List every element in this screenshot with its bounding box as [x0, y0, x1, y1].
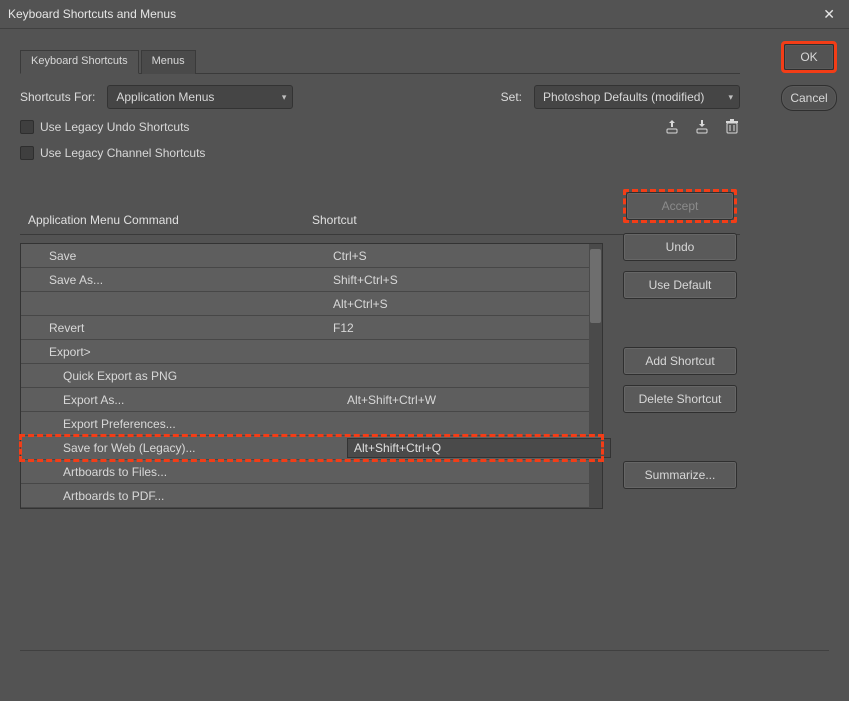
table-row[interactable]: Export> — [21, 340, 602, 364]
ok-highlight: OK — [781, 41, 837, 73]
shortcuts-for-value: Application Menus — [116, 90, 214, 104]
undo-button[interactable]: Undo — [623, 233, 737, 261]
shortcut-cell: F12 — [319, 321, 602, 335]
chevron-down-icon: ▾ — [728, 92, 733, 103]
save-set-icon[interactable] — [664, 119, 680, 135]
shortcuts-for-label: Shortcuts For: — [20, 90, 95, 104]
command-cell: Quick Export as PNG — [21, 369, 333, 383]
table-row[interactable]: Export As...Alt+Shift+Ctrl+W — [21, 388, 602, 412]
command-cell: Save — [21, 249, 319, 263]
shortcut-cell: Alt+Shift+Ctrl+W — [333, 393, 602, 407]
legacy-undo-label: Use Legacy Undo Shortcuts — [40, 120, 189, 134]
table-row[interactable]: RevertF12 — [21, 316, 602, 340]
chevron-down-icon: ▾ — [282, 92, 287, 103]
scrollbar[interactable] — [589, 244, 602, 508]
header-command: Application Menu Command — [28, 213, 298, 227]
command-cell: Artboards to Files... — [21, 465, 333, 479]
accept-button[interactable]: Accept — [626, 192, 734, 220]
shortcut-cell: Shift+Ctrl+S — [319, 273, 602, 287]
shortcuts-table[interactable]: SaveCtrl+SSave As...Shift+Ctrl+SAlt+Ctrl… — [20, 243, 603, 509]
delete-shortcut-button[interactable]: Delete Shortcut — [623, 385, 737, 413]
close-icon[interactable]: ✕ — [813, 2, 845, 27]
shortcut-cell: Alt+Ctrl+S — [319, 297, 602, 311]
shortcut-cell — [333, 438, 611, 458]
table-row[interactable]: SaveCtrl+S — [21, 244, 602, 268]
set-value: Photoshop Defaults (modified) — [543, 90, 704, 104]
table-row[interactable]: Save As...Shift+Ctrl+S — [21, 268, 602, 292]
legacy-channel-checkbox[interactable] — [20, 146, 34, 160]
tabs: Keyboard Shortcuts Menus — [20, 49, 740, 74]
window-title: Keyboard Shortcuts and Menus — [8, 7, 176, 21]
table-row[interactable]: Artboards to PDF... — [21, 484, 602, 508]
title-bar: Keyboard Shortcuts and Menus ✕ — [0, 0, 849, 29]
tab-menus[interactable]: Menus — [141, 50, 196, 74]
command-cell: Artboards to PDF... — [21, 489, 333, 503]
use-default-button[interactable]: Use Default — [623, 271, 737, 299]
cancel-button[interactable]: Cancel — [781, 85, 837, 111]
separator — [20, 650, 829, 651]
shortcut-cell: Ctrl+S — [319, 249, 602, 263]
table-row[interactable]: Quick Export as PNG — [21, 364, 602, 388]
command-cell: Export As... — [21, 393, 333, 407]
new-set-icon[interactable] — [694, 119, 710, 135]
add-shortcut-button[interactable]: Add Shortcut — [623, 347, 737, 375]
table-row[interactable]: Save for Web (Legacy)... — [21, 436, 602, 460]
set-label: Set: — [501, 90, 522, 104]
tab-keyboard-shortcuts[interactable]: Keyboard Shortcuts — [20, 50, 139, 74]
trash-icon[interactable] — [724, 119, 740, 135]
legacy-channel-label: Use Legacy Channel Shortcuts — [40, 146, 205, 160]
command-cell: Save for Web (Legacy)... — [21, 441, 333, 455]
command-cell: Export> — [21, 345, 319, 359]
command-cell: Export Preferences... — [21, 417, 333, 431]
table-row[interactable]: Export Preferences... — [21, 412, 602, 436]
table-row[interactable]: Alt+Ctrl+S — [21, 292, 602, 316]
table-row[interactable]: Artboards to Files... — [21, 460, 602, 484]
shortcut-input[interactable] — [347, 438, 611, 458]
shortcuts-for-dropdown[interactable]: Application Menus ▾ — [107, 85, 293, 109]
command-cell: Save As... — [21, 273, 319, 287]
ok-button[interactable]: OK — [784, 44, 834, 70]
scrollbar-thumb[interactable] — [590, 249, 601, 323]
set-dropdown[interactable]: Photoshop Defaults (modified) ▾ — [534, 85, 740, 109]
accept-highlight: Accept — [623, 189, 737, 223]
legacy-undo-checkbox[interactable] — [20, 120, 34, 134]
summarize-button[interactable]: Summarize... — [623, 461, 737, 489]
command-cell: Revert — [21, 321, 319, 335]
